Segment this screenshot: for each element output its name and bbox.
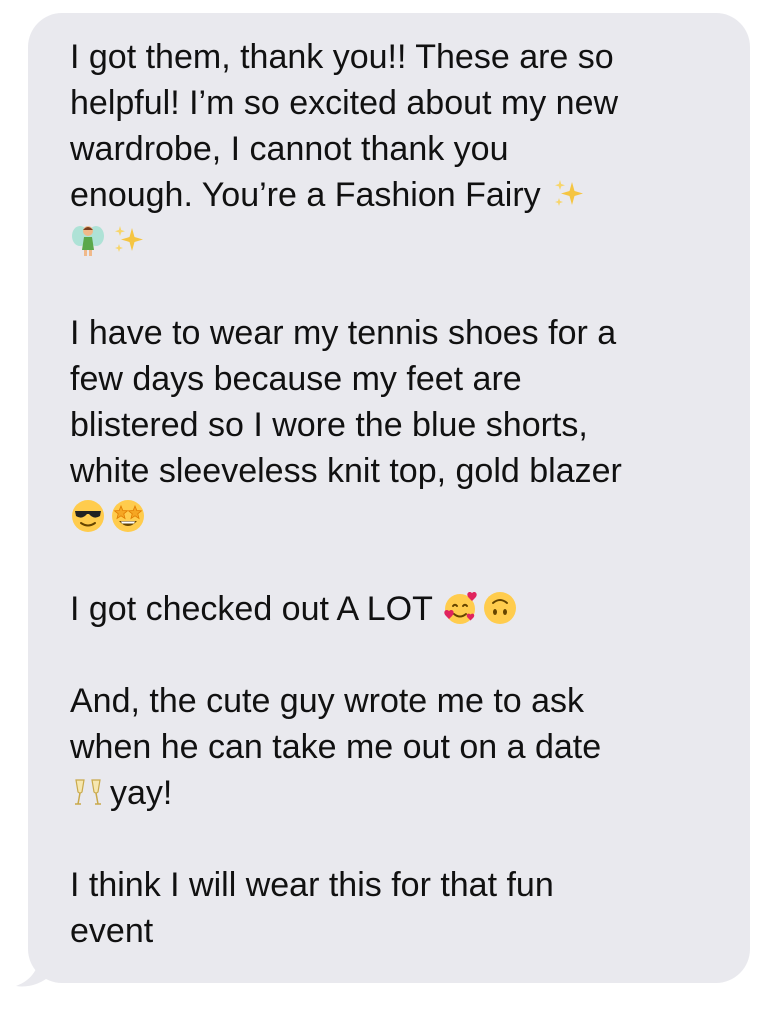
paragraph-3: I got checked out A LOT bbox=[70, 586, 730, 632]
text-line: enough. You’re a Fashion Fairy bbox=[70, 172, 730, 218]
text-line: when he can take me out on a date bbox=[70, 728, 602, 766]
paragraph-1: I got them, thank you!! These are so hel… bbox=[70, 34, 730, 264]
text-segment: yay! bbox=[110, 774, 173, 812]
sparkles-icon bbox=[550, 176, 586, 212]
clinking-glasses-icon bbox=[70, 774, 106, 810]
smiling-face-with-hearts-icon bbox=[442, 590, 478, 626]
text-segment: I got checked out A LOT bbox=[70, 590, 442, 628]
text-line: few days because my feet are bbox=[70, 360, 522, 398]
text-line: wardrobe, I cannot thank you bbox=[70, 130, 509, 168]
text-line: I think I will wear this for that fun bbox=[70, 866, 554, 904]
text-line: I have to wear my tennis shoes for a bbox=[70, 314, 617, 352]
message-text: I got them, thank you!! These are so hel… bbox=[70, 34, 730, 954]
text-line: I got checked out A LOT bbox=[70, 586, 730, 632]
text-line: I got them, thank you!! These are so bbox=[70, 38, 614, 76]
conversation-view: I got them, thank you!! These are so hel… bbox=[0, 0, 762, 1036]
paragraph-2: I have to wear my tennis shoes for a few… bbox=[70, 310, 730, 540]
paragraph-4: And, the cute guy wrote me to ask when h… bbox=[70, 678, 730, 816]
text-line: yay! bbox=[70, 770, 730, 816]
text-line: And, the cute guy wrote me to ask bbox=[70, 682, 585, 720]
text-line: event bbox=[70, 912, 154, 950]
text-line: blistered so I wore the blue shorts, bbox=[70, 406, 588, 444]
text-line bbox=[70, 494, 730, 540]
paragraph-5: I think I will wear this for that fun ev… bbox=[70, 862, 730, 954]
text-segment: enough. You’re a Fashion Fairy bbox=[70, 176, 551, 214]
text-line: white sleeveless knit top, gold blazer bbox=[70, 452, 622, 490]
sparkles-icon bbox=[110, 222, 146, 258]
text-line: helpful! I’m so excited about my new bbox=[70, 84, 619, 122]
star-struck-face-icon bbox=[110, 498, 146, 534]
text-line bbox=[70, 218, 730, 264]
fairy-icon bbox=[70, 222, 106, 258]
upside-down-face-icon bbox=[482, 590, 518, 626]
sunglasses-face-icon bbox=[70, 498, 106, 534]
